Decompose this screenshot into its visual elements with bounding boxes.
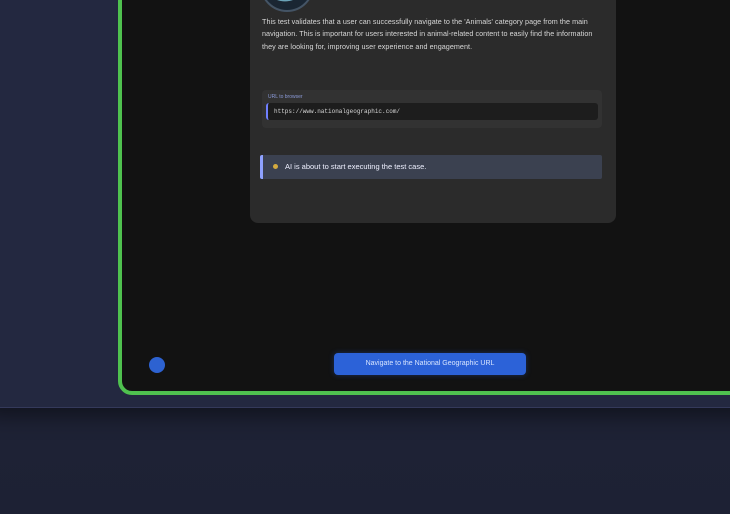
status-dot-icon (273, 164, 278, 170)
url-input[interactable]: https://www.nationalgeographic.com/ (266, 103, 598, 120)
avatar (260, 0, 314, 12)
screen: This test validates that a user can succ… (0, 0, 730, 514)
navigate-step-button[interactable]: Navigate to the National Geographic URL (334, 353, 526, 375)
preview-frame: This test validates that a user can succ… (118, 0, 730, 395)
status-message: AI is about to start executing the test … (260, 155, 602, 179)
url-field-label: URL to browser (268, 94, 303, 100)
test-case-card: This test validates that a user can succ… (250, 0, 616, 223)
status-indicator-icon (149, 357, 165, 373)
test-description: This test validates that a user can succ… (262, 17, 593, 51)
status-text: AI is about to start executing the test … (285, 162, 427, 171)
url-field-group: URL to browser https://www.nationalgeogr… (262, 90, 602, 128)
